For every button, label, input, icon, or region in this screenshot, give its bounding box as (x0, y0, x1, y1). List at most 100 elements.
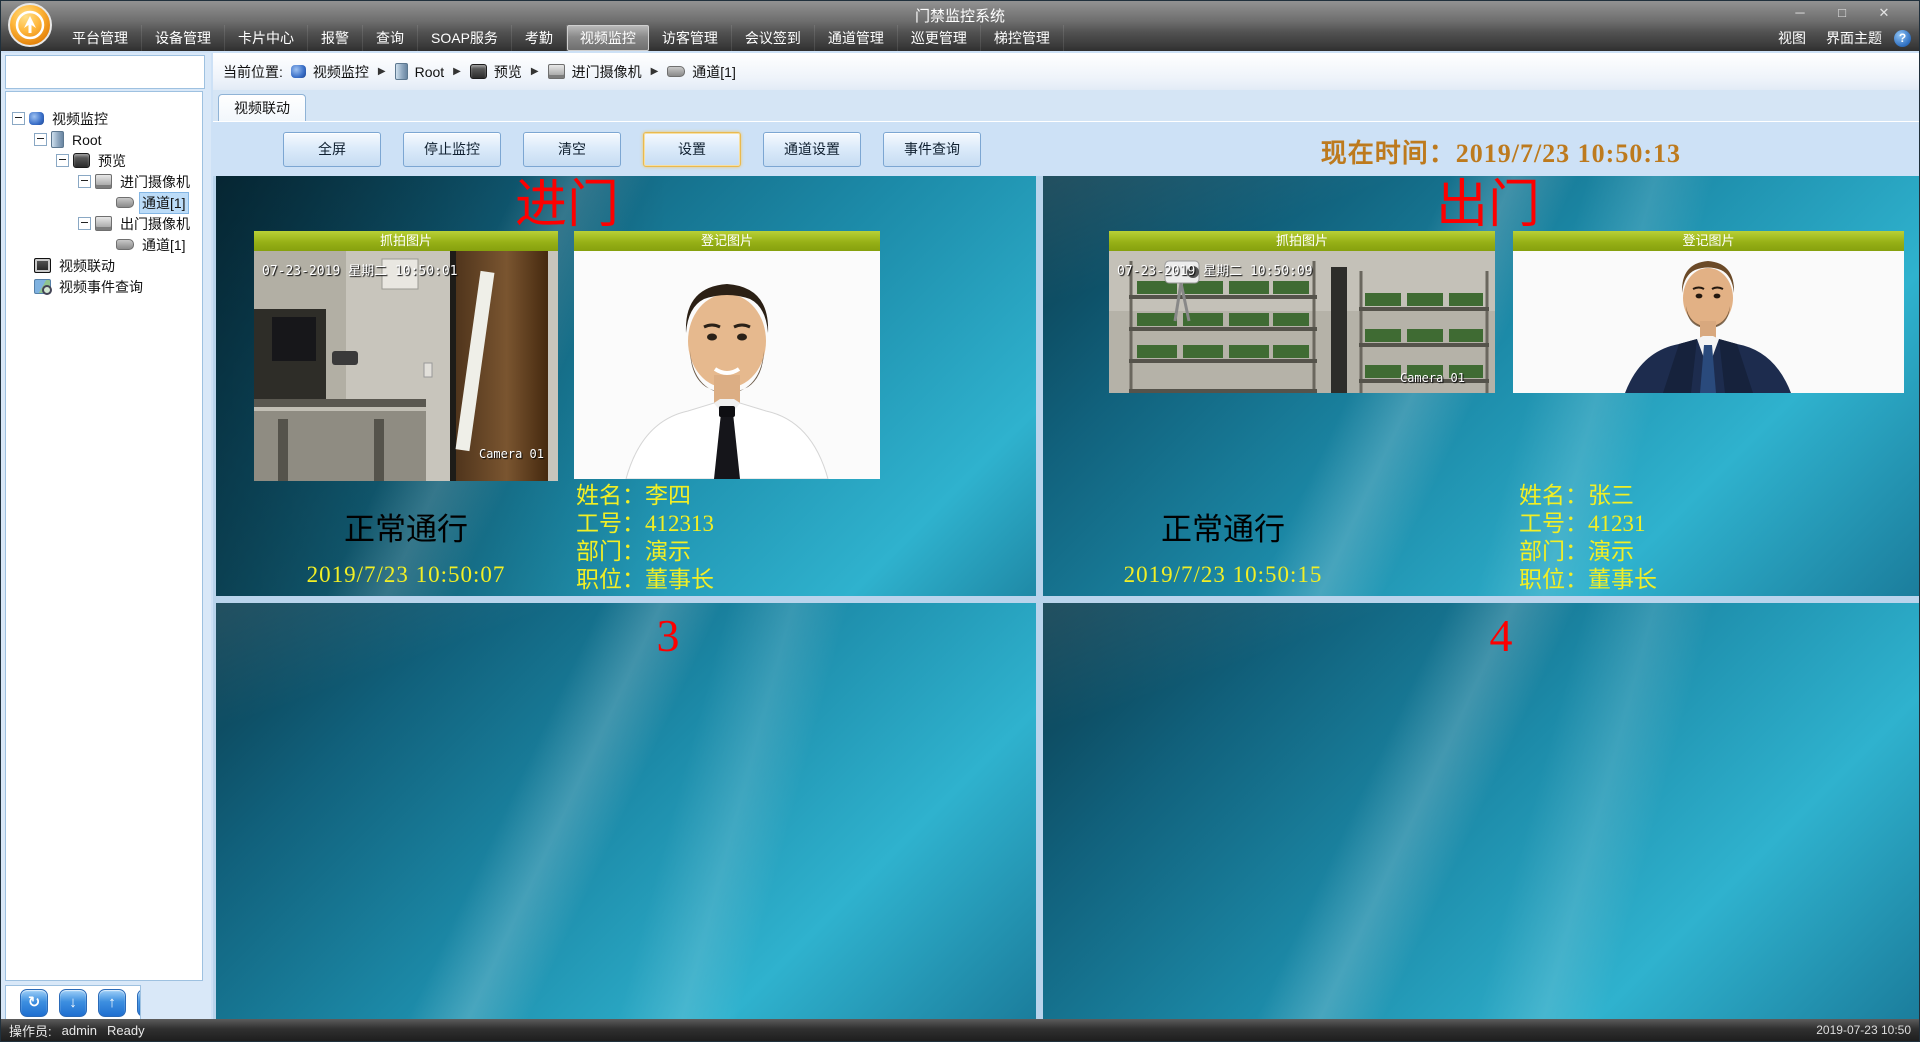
breadcrumb-item-preview[interactable]: 预览 (469, 62, 522, 82)
pass-status: 正常通行 (344, 512, 468, 547)
channel-settings-button[interactable]: 通道设置 (763, 131, 861, 167)
tree-item-exit-channel[interactable]: 通道[1] (6, 234, 202, 255)
collapse-icon[interactable] (78, 217, 91, 230)
collapse-icon[interactable] (78, 175, 91, 188)
breadcrumb-item-entry-camera[interactable]: 进门摄像机 (547, 62, 642, 82)
device-tree: 视频监控 Root 预览 进门摄像机 通道[1] 出门摄像机 通道[1] 视频联… (5, 91, 203, 981)
help-icon[interactable]: ? (1894, 29, 1911, 47)
camera-timestamp: 07-23-2019 星期二 10:50:01 (262, 264, 458, 279)
close-button[interactable]: ✕ (1863, 4, 1905, 22)
breadcrumb: 当前位置: 视频监控 ▶ Root ▶ 预览 ▶ 进门摄像机 ▶ 通道[1] (213, 53, 1919, 91)
collapse-icon[interactable] (12, 112, 25, 125)
breadcrumb-text: 预览 (493, 63, 522, 80)
person-info: 姓名：张三 工号：41231 部门：演示 职位：董事长 (1519, 482, 1657, 594)
title-label: 职位： (576, 567, 645, 592)
register-photo-header: 登记图片 (574, 231, 880, 251)
title-value: 董事长 (645, 567, 714, 592)
video-panel-4[interactable]: 4 (1043, 603, 1919, 1019)
menu-soap[interactable]: SOAP服务 (418, 25, 512, 51)
tree-item-label: 通道[1] (142, 236, 186, 253)
chevron-right-icon: ▶ (377, 66, 386, 77)
video-panel-3[interactable]: 3 (216, 603, 1036, 1019)
collapse-icon[interactable] (56, 154, 69, 167)
chevron-right-icon: ▶ (453, 66, 461, 77)
fullscreen-button[interactable]: 全屏 (283, 131, 381, 167)
capture-photo-box: 抓拍图片 (254, 231, 558, 481)
breadcrumb-item-root[interactable]: Root (394, 63, 445, 80)
video-panel-entry[interactable]: 进门 抓拍图片 07-23-2019 星期二 10:50:01 Camera 0… (216, 176, 1036, 596)
register-photo-box: 登记图片 (1513, 231, 1904, 393)
breadcrumb-item-channel[interactable]: 通道[1] (667, 62, 736, 82)
stop-monitor-button[interactable]: 停止监控 (403, 131, 501, 167)
tree-item-preview[interactable]: 预览 (6, 150, 202, 171)
camera-icon (290, 65, 306, 78)
menu-meeting[interactable]: 会议签到 (732, 25, 815, 51)
tree-item-label: Root (72, 131, 102, 148)
register-photo (1513, 251, 1904, 393)
register-photo (574, 251, 880, 479)
collapse-icon[interactable] (34, 133, 47, 146)
settings-button[interactable]: 设置 (643, 131, 741, 167)
statusbar-datetime: 2019-07-23 10:50 (1816, 1023, 1911, 1037)
clear-button[interactable]: 清空 (523, 131, 621, 167)
menu-patrol[interactable]: 巡更管理 (898, 25, 981, 51)
tree-item-label: 出门摄像机 (120, 215, 190, 232)
tree-item-label: 进门摄像机 (120, 173, 190, 190)
title-value: 董事长 (1588, 567, 1657, 592)
person-dept-row: 部门：演示 (576, 538, 714, 566)
menu-card-center[interactable]: 卡片中心 (225, 25, 308, 51)
video-panel-exit[interactable]: 出门 抓拍图片 07-23-2019 星期二 10:50:09 Camera 0… (1043, 176, 1919, 596)
id-label: 工号： (576, 511, 645, 536)
window-controls: ─ □ ✕ (1779, 4, 1905, 22)
device-icon (95, 174, 112, 189)
pass-time: 2019/7/23 10:50:07 (306, 562, 506, 587)
pass-status: 正常通行 (1161, 512, 1285, 547)
dept-value: 演示 (1588, 539, 1634, 564)
window-title: 门禁监控系统 (914, 8, 1005, 25)
name-value: 李四 (645, 483, 691, 508)
menu-video-monitor[interactable]: 视频监控 (566, 25, 649, 51)
capture-photo: 07-23-2019 星期二 10:50:01 Camera 01 (254, 251, 558, 481)
menu-platform[interactable]: 平台管理 (59, 25, 142, 51)
tree-item-entry-channel[interactable]: 通道[1] (6, 191, 202, 214)
sidebar-bottom-toolbar: ↻ ↓ ↑ ↻ (5, 985, 141, 1021)
event-query-button[interactable]: 事件查询 (883, 131, 981, 167)
menu-device[interactable]: 设备管理 (142, 25, 225, 51)
download-icon[interactable]: ↓ (59, 989, 87, 1017)
menu-elevator[interactable]: 梯控管理 (981, 25, 1064, 51)
maximize-button[interactable]: □ (1821, 4, 1863, 22)
menu-alarm[interactable]: 报警 (308, 25, 363, 51)
title-bar: 门禁监控系统 ─ □ ✕ 平台管理 设备管理 卡片中心 报警 查询 SOAP服务… (1, 1, 1919, 51)
current-time: 现在时间：2019/7/23 10:50:13 (1321, 133, 1681, 170)
menu-channel[interactable]: 通道管理 (815, 25, 898, 51)
toolbar: 全屏 停止监控 清空 设置 通道设置 事件查询 现在时间：2019/7/23 1… (213, 121, 1919, 176)
menu-view[interactable]: 视图 (1770, 25, 1814, 51)
id-value: 41231 (1588, 511, 1646, 536)
menu-query[interactable]: 查询 (363, 25, 418, 51)
capture-photo-header: 抓拍图片 (254, 231, 558, 251)
breadcrumb-text: 进门摄像机 (571, 63, 642, 80)
channel-icon (667, 66, 686, 77)
dept-label: 部门： (576, 539, 645, 564)
tree-item-exit-camera[interactable]: 出门摄像机 (6, 213, 202, 234)
tree-item-entry-camera[interactable]: 进门摄像机 (6, 171, 202, 192)
clipped-icon[interactable]: ↻ (137, 989, 140, 1017)
tree-item-video-event-query[interactable]: 视频事件查询 (6, 276, 202, 297)
minimize-button[interactable]: ─ (1779, 4, 1821, 22)
breadcrumb-text: Root (414, 63, 445, 80)
upload-icon[interactable]: ↑ (98, 989, 126, 1017)
refresh-icon[interactable]: ↻ (20, 989, 48, 1017)
monitor-icon (73, 153, 90, 168)
exit-overlay-label: 出门 (1435, 177, 1541, 234)
tree-item-video-monitor[interactable]: 视频监控 (6, 108, 202, 129)
menu-attendance[interactable]: 考勤 (512, 25, 567, 51)
breadcrumb-item-video-monitor[interactable]: 视频监控 (290, 62, 369, 82)
tree-item-label: 预览 (98, 152, 126, 169)
menu-theme[interactable]: 界面主题 (1818, 25, 1890, 51)
sidebar: 视频监控 Root 预览 进门摄像机 通道[1] 出门摄像机 通道[1] 视频联… (1, 53, 211, 1021)
breadcrumb-text: 视频监控 (312, 63, 369, 80)
tree-item-root[interactable]: Root (6, 129, 202, 150)
tab-video-linkage[interactable]: 视频联动 (218, 94, 306, 121)
menu-visitor[interactable]: 访客管理 (649, 25, 732, 51)
tree-item-video-linkage[interactable]: 视频联动 (6, 255, 202, 276)
